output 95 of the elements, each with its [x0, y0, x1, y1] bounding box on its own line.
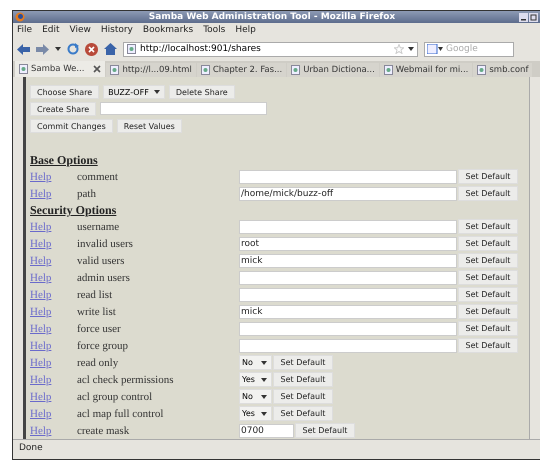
input-field[interactable]	[239, 322, 457, 336]
option-label: create mask	[77, 424, 130, 436]
dropdown[interactable]: Yes	[239, 372, 272, 387]
choose-share-button[interactable]: Choose Share	[30, 85, 100, 99]
status-text: Done	[13, 439, 540, 456]
page-icon	[200, 65, 210, 75]
home-icon[interactable]	[104, 43, 117, 55]
option-label: valid users	[77, 254, 124, 266]
menu-item[interactable]: Tools	[203, 25, 226, 35]
set-default-button[interactable]: Set Default	[458, 219, 518, 234]
input-field[interactable]: mick	[239, 304, 457, 318]
set-default-button[interactable]: Set Default	[273, 406, 333, 421]
caret-icon	[261, 378, 267, 382]
set-default-button[interactable]: Set Default	[458, 338, 518, 353]
browser-tab[interactable]: Chapter 2. Fas...	[196, 63, 286, 77]
option-label: admin users	[77, 272, 130, 284]
option-label: force group	[77, 340, 128, 352]
option-label: invalid users	[77, 238, 133, 250]
share-dropdown[interactable]: BUZZ-OFF	[103, 85, 165, 99]
set-default-button[interactable]: Set Default	[458, 321, 518, 336]
close-icon[interactable]	[93, 65, 102, 73]
set-default-button[interactable]: Set Default	[295, 423, 355, 438]
input-field[interactable]	[239, 170, 457, 184]
input-field[interactable]	[239, 220, 457, 234]
caret-icon	[261, 360, 267, 364]
option-label: username	[77, 220, 120, 232]
option-label: read only	[77, 356, 118, 368]
set-default-button[interactable]: Set Default	[273, 355, 333, 370]
caret-icon[interactable]	[408, 47, 414, 51]
window-title: Samba Web Administration Tool - Mozilla Firefox	[148, 12, 396, 22]
page-icon	[19, 64, 28, 74]
input-field[interactable]	[239, 270, 457, 284]
page-icon	[384, 65, 393, 75]
set-default-button[interactable]: Set Default	[458, 169, 518, 184]
page-icon	[110, 65, 120, 75]
caret-icon	[154, 90, 160, 94]
stop-icon[interactable]	[85, 42, 98, 56]
option-label: force user	[77, 322, 121, 334]
set-default-button[interactable]: Set Default	[458, 270, 518, 285]
star-icon[interactable]	[394, 44, 404, 54]
caret-icon[interactable]	[55, 47, 61, 51]
menu-item[interactable]: Help	[235, 25, 256, 35]
option-label: comment	[77, 170, 118, 182]
back-icon[interactable]	[17, 44, 30, 54]
reset-values-button[interactable]: Reset Values	[116, 119, 182, 133]
caret-icon	[261, 394, 267, 398]
page-icon	[127, 44, 136, 54]
caret-icon	[261, 412, 267, 416]
menu-item[interactable]: Edit	[42, 25, 60, 35]
menu-item[interactable]: History	[100, 25, 133, 35]
browser-tab[interactable]: http://l...09.html	[106, 63, 196, 77]
input-field[interactable]: mick	[239, 254, 457, 268]
section-heading: Security Options	[30, 202, 116, 218]
delete-share-button[interactable]: Delete Share	[168, 85, 235, 99]
input-field[interactable]	[239, 338, 457, 352]
option-label: acl map full control	[77, 408, 164, 420]
browser-tab[interactable]: smb.conf	[473, 63, 532, 77]
minimize-icon[interactable]	[519, 12, 528, 22]
input-field[interactable]: root	[239, 236, 457, 250]
option-label: path	[77, 188, 96, 200]
input-field[interactable]	[239, 288, 457, 302]
set-default-button[interactable]: Set Default	[273, 372, 333, 387]
page-icon	[291, 65, 300, 75]
create-share-button[interactable]: Create Share	[30, 102, 96, 116]
option-label: read list	[77, 288, 112, 300]
reload-icon[interactable]	[67, 43, 79, 55]
page-icon	[477, 65, 486, 75]
browser-tab[interactable]: Samba We...	[15, 61, 106, 77]
dropdown[interactable]: Yes	[239, 406, 272, 421]
menu-item[interactable]: View	[70, 25, 91, 35]
input-field[interactable]: 0700	[239, 424, 294, 438]
menu-item[interactable]: File	[17, 25, 32, 35]
browser-logo-icon	[15, 12, 25, 22]
maximize-icon[interactable]	[529, 12, 538, 22]
section-heading: Base Options	[30, 152, 98, 168]
input-field[interactable]: /home/mick/buzz-off	[239, 186, 457, 200]
option-label: acl group control	[77, 390, 152, 402]
set-default-button[interactable]: Set Default	[458, 304, 518, 319]
option-label: acl check permissions	[77, 374, 174, 386]
commit-changes-button[interactable]: Commit Changes	[30, 119, 113, 133]
set-default-button[interactable]: Set Default	[458, 186, 518, 201]
set-default-button[interactable]: Set Default	[458, 287, 518, 302]
option-label: write list	[77, 306, 116, 318]
address-bar[interactable]: http://localhost:901/shares	[123, 42, 418, 56]
forward-icon[interactable]	[36, 44, 49, 54]
browser-tab[interactable]: Urban Dictiona...	[287, 63, 379, 77]
menu-item[interactable]: Bookmarks	[142, 25, 194, 35]
share-name-field[interactable]	[100, 102, 268, 115]
search-engine-icon[interactable]	[427, 44, 443, 54]
dropdown[interactable]: No	[239, 389, 272, 404]
set-default-button[interactable]: Set Default	[273, 389, 333, 404]
browser-tab[interactable]: Webmail for mi...	[380, 63, 472, 77]
set-default-button[interactable]: Set Default	[458, 236, 518, 251]
dropdown[interactable]: No	[239, 355, 272, 370]
set-default-button[interactable]: Set Default	[458, 253, 518, 268]
